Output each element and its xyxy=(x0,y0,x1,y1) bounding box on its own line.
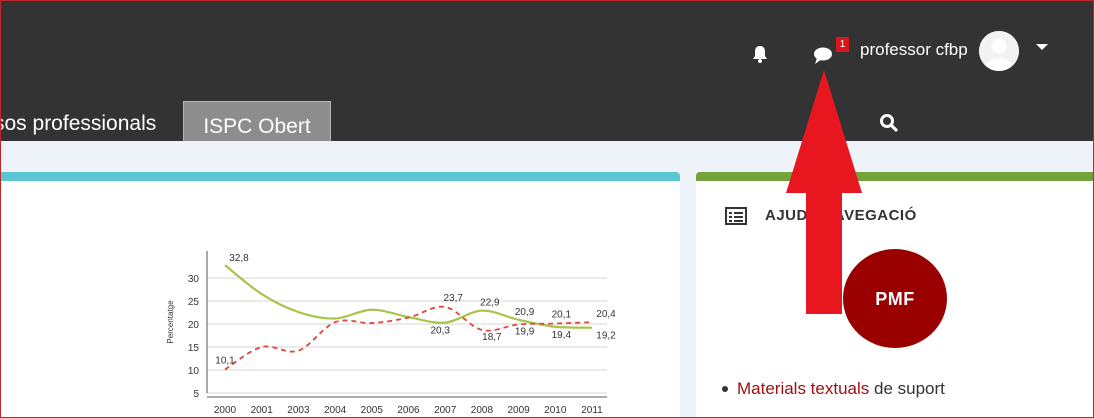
x-tick-label: 2009 xyxy=(507,405,530,416)
y-tick-label: 25 xyxy=(188,297,200,308)
y-axis-label: Percentatge xyxy=(166,300,175,344)
materials-link[interactable]: Materials textuals xyxy=(737,379,869,398)
y-tick-label: 5 xyxy=(193,389,199,400)
data-label: 10,1 xyxy=(215,356,235,367)
data-label: 20,1 xyxy=(552,310,572,321)
red-arrow-annotation xyxy=(786,70,862,314)
y-tick-label: 15 xyxy=(188,343,200,354)
y-tick-label: 20 xyxy=(188,320,200,331)
x-tick-label: 2006 xyxy=(397,405,420,416)
list-item: Materials textuals de suport xyxy=(737,379,945,399)
top-navbar xyxy=(0,0,1094,141)
search-icon[interactable] xyxy=(879,113,899,133)
data-label: 19,2 xyxy=(596,331,615,342)
y-tick-label: 10 xyxy=(188,366,200,377)
list-icon xyxy=(725,207,747,225)
data-label: 20,4 xyxy=(596,309,615,320)
data-label: 20,9 xyxy=(515,307,535,318)
data-label: 23,7 xyxy=(443,293,463,304)
data-label: 19,4 xyxy=(552,330,572,341)
tab-cursos-professionals[interactable]: sos professionals xyxy=(0,112,156,136)
line-chart: 5 10 15 20 25 30 Percentatge 2000 2001 2003 2004 20… xyxy=(166,251,615,416)
messages-count-badge[interactable]: 1 xyxy=(836,37,849,52)
x-tick-label: 2001 xyxy=(251,405,274,416)
x-tick-label: 2010 xyxy=(544,405,567,416)
tab-ispc-obert[interactable]: ISPC Obert xyxy=(183,101,331,141)
data-label: 22,9 xyxy=(480,298,500,309)
data-label: 20,3 xyxy=(430,326,450,337)
list-item-text: de suport xyxy=(869,379,945,398)
x-tick-label: 2011 xyxy=(581,405,603,416)
x-tick-label: 2008 xyxy=(471,405,494,416)
speech-bubble-icon[interactable] xyxy=(811,43,837,67)
list-bullet xyxy=(722,386,728,392)
x-tick-label: 2003 xyxy=(287,405,310,416)
caret-down-icon[interactable] xyxy=(1036,44,1048,50)
user-name[interactable]: professor cfbp xyxy=(860,40,968,60)
user-avatar-icon[interactable] xyxy=(979,31,1019,71)
x-tick-label: 2000 xyxy=(214,405,237,416)
bell-icon[interactable] xyxy=(749,43,771,65)
x-tick-label: 2004 xyxy=(324,405,347,416)
y-tick-label: 30 xyxy=(188,274,200,285)
x-tick-label: 2007 xyxy=(434,405,457,416)
data-label: 32,8 xyxy=(229,253,249,264)
data-label: 18,7 xyxy=(482,332,502,343)
x-tick-label: 2005 xyxy=(361,405,384,416)
data-label: 19,9 xyxy=(515,326,535,337)
